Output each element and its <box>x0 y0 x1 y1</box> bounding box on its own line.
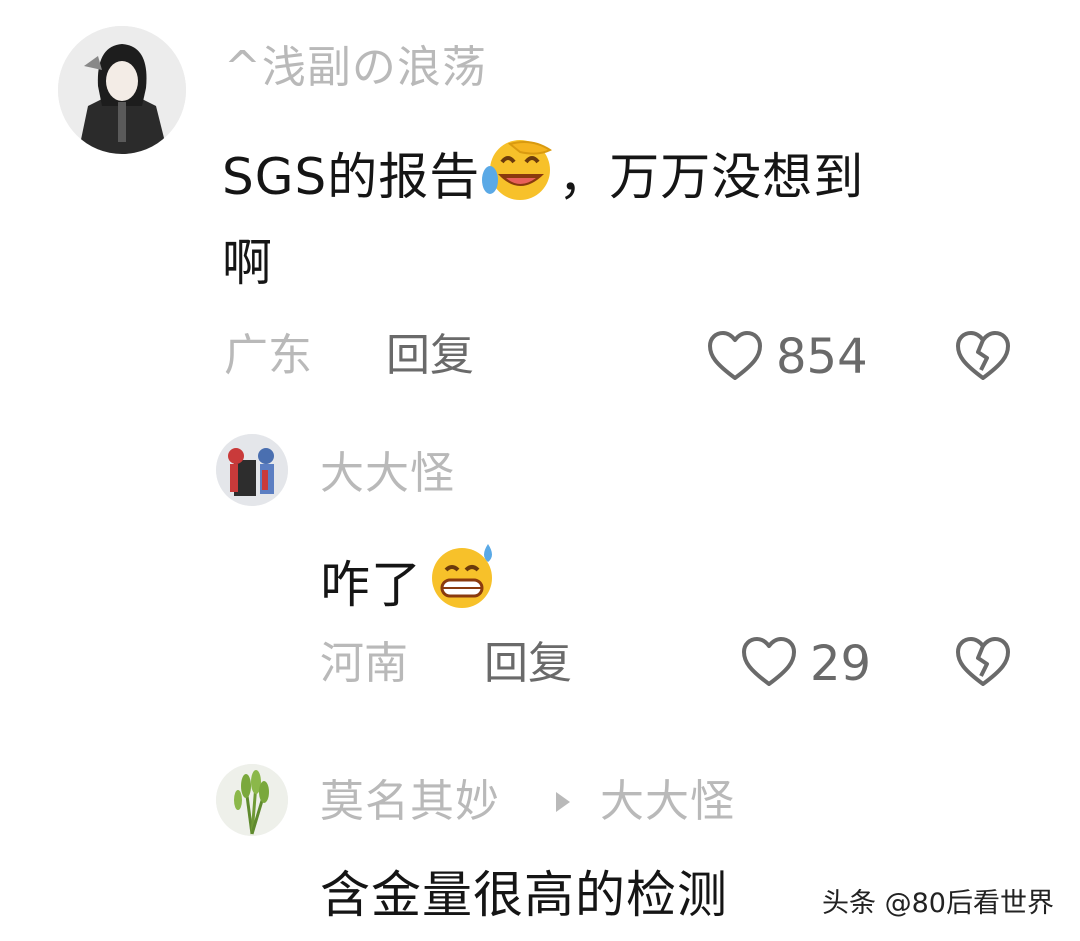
comment-location: 广东 <box>224 330 312 381</box>
comment-username[interactable]: ^浅副の浪荡 <box>224 46 487 90</box>
like-count: 29 <box>810 636 872 692</box>
rolling-laughing-emoji <box>480 136 558 210</box>
comment-text: 咋了 <box>320 540 504 618</box>
comment-text-part: 咋了 <box>320 556 422 614</box>
comment-thread: ^浅副の浪荡 SGS的报告 ，万万没想到 啊 广东 回复 854 大大怪 咋了 … <box>0 0 1080 941</box>
avatar[interactable] <box>216 434 288 506</box>
comment-text: 含金量很高的检测 <box>320 866 728 924</box>
comment-location: 河南 <box>320 638 408 689</box>
reply-button[interactable]: 回复 <box>484 642 572 686</box>
like-count: 854 <box>776 329 868 385</box>
avatar[interactable] <box>216 764 288 836</box>
comment-text-line: 啊 <box>222 234 273 292</box>
heart-icon[interactable] <box>706 330 764 382</box>
heart-icon[interactable] <box>740 636 798 688</box>
broken-heart-icon[interactable] <box>954 636 1012 688</box>
broken-heart-icon[interactable] <box>954 330 1012 382</box>
comment-text-part: ，万万没想到 <box>558 148 865 206</box>
comment-username[interactable]: 大大怪 <box>320 452 455 496</box>
comment-text-part: SGS的报告 <box>222 148 481 206</box>
reply-arrow-icon <box>556 792 570 812</box>
avatar[interactable] <box>58 26 186 154</box>
watermark: 头条 @80后看世界 <box>822 888 1054 919</box>
grinning-sweat-emoji <box>422 540 504 618</box>
reply-button[interactable]: 回复 <box>386 334 474 378</box>
comment-username[interactable]: 莫名其妙 <box>320 780 500 824</box>
comment-text: SGS的报告 ，万万没想到 <box>222 136 864 210</box>
reply-to-username[interactable]: 大大怪 <box>600 780 735 824</box>
